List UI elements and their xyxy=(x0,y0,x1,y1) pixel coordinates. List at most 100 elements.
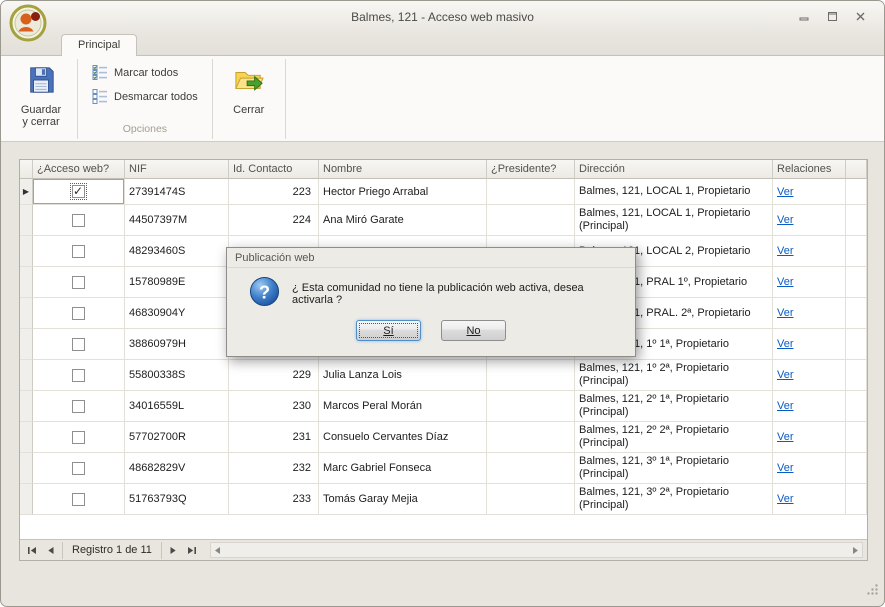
direccion-cell: Balmes, 121, 3º 1ª, Propietario (Princip… xyxy=(575,453,773,484)
nombre-cell: Consuelo Cervantes Díaz xyxy=(319,422,487,453)
unmark-all-label: Desmarcar todos xyxy=(114,91,198,103)
resize-grip-icon xyxy=(866,583,879,596)
nav-next-button[interactable] xyxy=(164,542,183,559)
nav-last-button[interactable] xyxy=(183,542,202,559)
id-contacto-cell: 231 xyxy=(229,422,319,453)
header-acceso-web[interactable]: ¿Acceso web? xyxy=(33,160,125,179)
ver-link[interactable]: Ver xyxy=(777,369,794,381)
dialog-message: ¿ Esta comunidad no tiene la publicación… xyxy=(292,282,621,306)
nombre-cell: Julia Lanza Lois xyxy=(319,360,487,391)
app-logo-icon xyxy=(9,4,47,42)
ver-link[interactable]: Ver xyxy=(777,245,794,257)
relaciones-cell: Ver xyxy=(773,391,846,422)
acceso-web-checkbox[interactable] xyxy=(72,245,85,258)
save-close-label-line1: Guardar xyxy=(21,104,61,116)
ver-link[interactable]: Ver xyxy=(777,431,794,443)
ver-link[interactable]: Ver xyxy=(777,214,794,226)
grid-header: ¿Acceso web? NIF Id. Contacto Nombre ¿Pr… xyxy=(20,160,867,179)
acceso-web-checkbox[interactable] xyxy=(72,307,85,320)
close-icon xyxy=(855,11,866,22)
ver-link[interactable]: Ver xyxy=(777,276,794,288)
relaciones-cell: Ver xyxy=(773,267,846,298)
header-relaciones[interactable]: Relaciones xyxy=(773,160,846,179)
filler-cell xyxy=(846,298,867,329)
nav-prev-button[interactable] xyxy=(41,542,60,559)
nav-prev-icon xyxy=(46,546,55,555)
window-title: Balmes, 121 - Acceso web masivo xyxy=(1,10,884,24)
nif-cell: 38860979H xyxy=(125,329,229,360)
nombre-cell: Ana Miró Garate xyxy=(319,205,487,236)
ribbon-group-options: Marcar todos Desmarcar todos xyxy=(78,59,213,139)
header-direccion[interactable]: Dirección xyxy=(575,160,773,179)
minimize-button[interactable] xyxy=(792,8,816,25)
ver-link[interactable]: Ver xyxy=(777,338,794,350)
nif-cell: 46830904Y xyxy=(125,298,229,329)
header-id-contacto[interactable]: Id. Contacto xyxy=(229,160,319,179)
table-row[interactable]: 48682829V 232 Marc Gabriel Fonseca Balme… xyxy=(20,453,867,484)
ver-link[interactable]: Ver xyxy=(777,307,794,319)
table-row[interactable]: 55800338S 229 Julia Lanza Lois Balmes, 1… xyxy=(20,360,867,391)
ver-link[interactable]: Ver xyxy=(777,400,794,412)
check-list-icon xyxy=(92,64,108,83)
nif-cell: 44507397M xyxy=(125,205,229,236)
relaciones-cell: Ver xyxy=(773,298,846,329)
window-titlebar[interactable]: Balmes, 121 - Acceso web masivo xyxy=(1,1,884,33)
tab-principal[interactable]: Principal xyxy=(61,34,137,56)
relaciones-cell: Ver xyxy=(773,329,846,360)
acceso-web-cell xyxy=(33,422,125,453)
filler-cell xyxy=(846,179,867,205)
resize-grip[interactable] xyxy=(866,583,879,601)
row-indicator xyxy=(20,329,33,360)
direccion-cell: Balmes, 121, 1º 2ª, Propietario (Princip… xyxy=(575,360,773,391)
table-row[interactable]: 57702700R 231 Consuelo Cervantes Díaz Ba… xyxy=(20,422,867,453)
acceso-web-checkbox[interactable] xyxy=(72,185,85,198)
presidente-cell xyxy=(487,391,575,422)
id-contacto-cell: 223 xyxy=(229,179,319,205)
nif-cell: 48682829V xyxy=(125,453,229,484)
horizontal-scrollbar[interactable] xyxy=(210,542,863,558)
acceso-web-checkbox[interactable] xyxy=(72,462,85,475)
nif-cell: 48293460S xyxy=(125,236,229,267)
acceso-web-checkbox[interactable] xyxy=(72,431,85,444)
yes-button[interactable]: Sí xyxy=(356,320,421,341)
acceso-web-checkbox[interactable] xyxy=(72,276,85,289)
close-form-button[interactable]: Cerrar xyxy=(221,61,277,116)
nif-cell: 34016559L xyxy=(125,391,229,422)
table-row[interactable]: 44507397M 224 Ana Miró Garate Balmes, 12… xyxy=(20,205,867,236)
row-indicator xyxy=(20,205,33,236)
ver-link[interactable]: Ver xyxy=(777,493,794,505)
relaciones-cell: Ver xyxy=(773,236,846,267)
filler-cell xyxy=(846,360,867,391)
acceso-web-checkbox[interactable] xyxy=(72,338,85,351)
presidente-cell xyxy=(487,179,575,205)
ribbon-group-close: Cerrar xyxy=(213,59,286,139)
table-row[interactable]: 34016559L 230 Marcos Peral Morán Balmes,… xyxy=(20,391,867,422)
presidente-cell xyxy=(487,422,575,453)
nav-first-button[interactable] xyxy=(22,542,41,559)
maximize-button[interactable] xyxy=(820,8,844,25)
close-form-label: Cerrar xyxy=(233,104,264,116)
svg-text:?: ? xyxy=(259,281,270,302)
header-nif[interactable]: NIF xyxy=(125,160,229,179)
mark-all-button[interactable]: Marcar todos xyxy=(86,61,204,85)
acceso-web-checkbox[interactable] xyxy=(72,493,85,506)
mark-all-label: Marcar todos xyxy=(114,67,178,79)
header-nombre[interactable]: Nombre xyxy=(319,160,487,179)
save-close-button[interactable]: Guardar y cerrar xyxy=(13,61,69,128)
acceso-web-checkbox[interactable] xyxy=(72,214,85,227)
id-contacto-cell: 233 xyxy=(229,484,319,515)
row-indicator: ▶ xyxy=(20,179,33,205)
ver-link[interactable]: Ver xyxy=(777,462,794,474)
unmark-all-button[interactable]: Desmarcar todos xyxy=(86,85,204,109)
close-button[interactable] xyxy=(848,8,872,25)
nif-cell: 15780989E xyxy=(125,267,229,298)
filler-cell xyxy=(846,484,867,515)
table-row[interactable]: 51763793Q 233 Tomás Garay Mejia Balmes, … xyxy=(20,484,867,515)
header-presidente[interactable]: ¿Presidente? xyxy=(487,160,575,179)
exit-folder-icon xyxy=(234,65,264,100)
acceso-web-checkbox[interactable] xyxy=(72,369,85,382)
no-button[interactable]: No xyxy=(441,320,506,341)
table-row[interactable]: ▶ 27391474S 223 Hector Priego Arrabal Ba… xyxy=(20,179,867,205)
acceso-web-checkbox[interactable] xyxy=(72,400,85,413)
ver-link[interactable]: Ver xyxy=(777,186,794,198)
